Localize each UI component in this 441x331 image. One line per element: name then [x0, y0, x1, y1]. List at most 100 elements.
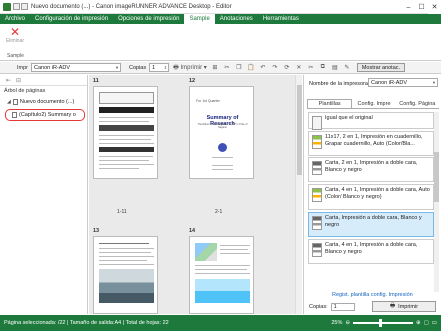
- page-caption: 1-11: [117, 209, 127, 215]
- menu-item-anotaciones[interactable]: Anotaciones: [215, 14, 258, 24]
- template-label: Carta, 4 en 1, Impresión a doble cara, B…: [325, 242, 418, 255]
- tab-0[interactable]: Plantillas: [307, 99, 353, 108]
- copy-icon[interactable]: ❐: [235, 64, 243, 72]
- text-line: [99, 135, 154, 136]
- undo-icon[interactable]: [21, 3, 28, 10]
- minimize-button[interactable]: –: [402, 0, 415, 14]
- maximize-button[interactable]: ☐: [415, 0, 428, 14]
- template-icon: [312, 135, 322, 149]
- template-scrollbar[interactable]: [434, 112, 439, 292]
- show-annotations-button[interactable]: Mostrar anotac.: [356, 63, 406, 72]
- fit-width-icon[interactable]: ▭: [432, 320, 437, 326]
- template-icon: [312, 188, 322, 202]
- copies-value: 1: [333, 304, 337, 310]
- template-item[interactable]: Carta, 4 en 1, Impresión a doble cara, A…: [308, 184, 434, 210]
- collapse-arrow-icon[interactable]: ◢: [7, 99, 11, 105]
- copies-label: Copias:: [309, 304, 328, 310]
- copies-value: 1: [152, 64, 156, 71]
- text-line: [212, 157, 233, 158]
- page-thumbnail[interactable]: [93, 236, 158, 314]
- menu-item-opciones-de-impresi-n[interactable]: Opciones de impresión: [113, 14, 184, 24]
- register-template-link[interactable]: Regist. plantilla config. Impresión: [332, 292, 413, 298]
- preview-scrollbar[interactable]: [295, 75, 302, 314]
- template-item[interactable]: 11x17, 2 en 1, Impresión en cuadernillo,…: [308, 131, 434, 156]
- tab-1[interactable]: Config. Impre: [352, 99, 395, 108]
- template-item[interactable]: Igual que el original: [308, 112, 434, 130]
- close-button[interactable]: ✕: [428, 0, 441, 14]
- photo-image: [99, 269, 154, 303]
- menu-item-archivo[interactable]: Archivo: [0, 14, 30, 24]
- copies-stepper[interactable]: 1 ⇕: [149, 63, 170, 72]
- collapse-icon[interactable]: ⇤: [5, 77, 12, 84]
- window-controls: – ☐ ✕: [402, 0, 441, 14]
- scrollbar-thumb[interactable]: [297, 85, 302, 175]
- zoom-in-icon[interactable]: ⊕: [416, 320, 421, 326]
- app-icon: [3, 2, 11, 11]
- page12-top-text: For 1st Quarter: [196, 99, 220, 103]
- scrollbar-thumb[interactable]: [434, 152, 439, 202]
- fit-page-icon[interactable]: ▢: [424, 320, 429, 326]
- chapter-icon[interactable]: ⊟: [15, 77, 22, 84]
- redo-icon[interactable]: ↷: [271, 64, 279, 72]
- page-number: 12: [189, 78, 196, 84]
- insert-page-icon[interactable]: ⊞: [211, 64, 219, 72]
- page-preview-area: 11 1-11 12 For 1st Quarter Summary of Re…: [89, 75, 302, 314]
- paste-icon[interactable]: 📋: [247, 64, 255, 72]
- print-toolbar-button[interactable]: 🖶 Imprimir ▾: [173, 64, 207, 72]
- copies-label: Copias: [129, 64, 147, 71]
- zoom-slider-knob[interactable]: [378, 319, 382, 327]
- split-icon[interactable]: ✂: [307, 64, 315, 72]
- page-dark-band: [99, 147, 154, 152]
- view-icon[interactable]: ▤: [331, 64, 339, 72]
- text-line: [195, 269, 247, 270]
- page-number: 14: [189, 228, 196, 234]
- tree-root-item[interactable]: ◢ Nuevo documento (...): [7, 99, 74, 105]
- menu-item-sample[interactable]: Sample: [184, 14, 215, 24]
- page-thumbnail[interactable]: [189, 236, 254, 314]
- print-button-label: Imprimir: [398, 303, 419, 310]
- tab-2[interactable]: Config. Página: [396, 99, 439, 108]
- text-line: [99, 260, 147, 261]
- template-label: Carta, 4 en 1, Impresión a doble cara, A…: [325, 187, 430, 200]
- page-caption: 2-1: [215, 209, 223, 215]
- zoom-value: 25%: [331, 320, 343, 326]
- delete-page-icon[interactable]: ✕: [295, 64, 303, 72]
- cut-icon[interactable]: ✂: [223, 64, 231, 72]
- template-icon: [312, 116, 322, 130]
- chevron-down-icon: ▼: [115, 65, 119, 70]
- template-icon: [312, 243, 322, 257]
- text-line: [212, 165, 233, 166]
- text-line: [99, 256, 154, 257]
- menu-item-herramientas[interactable]: Herramientas: [258, 14, 304, 24]
- copies-control: Copias: 1: [309, 303, 355, 311]
- rotate-icon[interactable]: ⟳: [283, 64, 291, 72]
- page-number: 11: [93, 78, 99, 84]
- delete-button[interactable]: ✕ Eliminar: [4, 26, 26, 44]
- text-line: [99, 143, 154, 144]
- text-line: [195, 273, 250, 274]
- duplicate-icon[interactable]: ⧉: [319, 64, 327, 72]
- tree-toolbar: ⇤ ⊟: [0, 75, 87, 86]
- template-label: 11x17, 2 en 1, Impresión en cuadernillo,…: [325, 134, 423, 147]
- page-header-box: [99, 92, 154, 104]
- undo-icon[interactable]: ↶: [259, 64, 267, 72]
- page-thumbnail[interactable]: For 1st Quarter Summary of Research The …: [189, 86, 254, 179]
- printer-select[interactable]: Canon iR-ADV ▼: [31, 63, 121, 72]
- page-thumbnail[interactable]: [93, 86, 158, 179]
- copies-stepper[interactable]: 1: [330, 303, 355, 311]
- tree-chapter-item[interactable]: (Capítulo2) Summary o: [5, 109, 85, 121]
- template-item[interactable]: Carta, 2 en 1, Impresión a doble cara, B…: [308, 157, 434, 182]
- print-button[interactable]: 🖶 Imprimir: [372, 301, 436, 312]
- text-line: [212, 169, 233, 170]
- template-item[interactable]: Carta, Impresión a doble cara, Blanco y …: [308, 212, 434, 237]
- save-icon[interactable]: [13, 3, 20, 10]
- menu-item-configuraci-n-de-impresi-n[interactable]: Configuración de impresión: [30, 14, 113, 24]
- zoom-controls: 25% ⊖ ⊕ ▢ ▭: [331, 315, 437, 331]
- zoom-slider[interactable]: [352, 319, 413, 327]
- template-item[interactable]: Carta, 4 en 1, Impresión a doble cara, B…: [308, 239, 434, 264]
- marker-icon[interactable]: ✎: [343, 64, 351, 72]
- printer-name-select[interactable]: Canon iR-ADV ▼: [368, 78, 438, 87]
- menu-bar: Archivo Configuración de impresión Opcione…: [0, 14, 441, 24]
- zoom-out-icon[interactable]: ⊖: [345, 320, 350, 326]
- template-icon: [312, 216, 322, 230]
